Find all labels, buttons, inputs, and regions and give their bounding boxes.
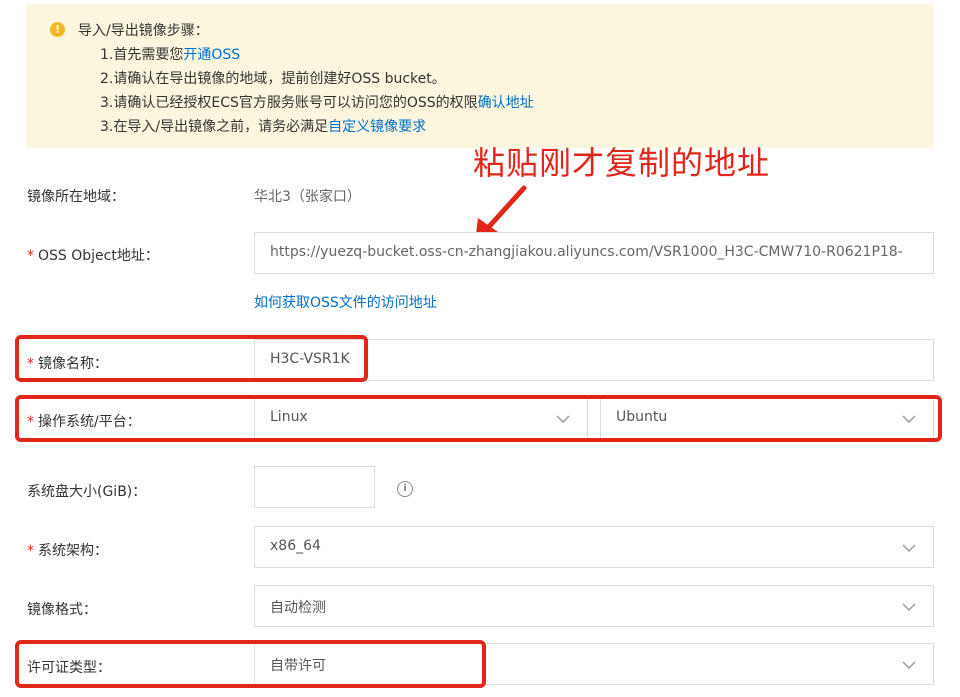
warning-icon: ! (50, 22, 65, 37)
chevron-down-icon (902, 661, 916, 669)
open-oss-link[interactable]: 开通OSS (183, 47, 240, 63)
custom-image-requirements-link[interactable]: 自定义镜像要求 (328, 119, 426, 135)
required-mark: * (27, 248, 34, 264)
confirm-address-link[interactable]: 确认地址 (478, 95, 534, 111)
oss-address-input[interactable]: https://yuezq-bucket.oss-cn-zhangjiakou.… (254, 232, 934, 274)
notice-box: ! 导入/导出镜像步骤： 1.首先需要您开通OSS 2.请确认在导出镜像的地域，… (26, 4, 934, 148)
region-value: 华北3（张家口） (254, 189, 361, 205)
arch-select[interactable]: x86_64 (254, 526, 934, 568)
disk-size-input[interactable] (254, 466, 375, 508)
oss-label: * OSS Object地址： (27, 248, 159, 264)
region-label: 镜像所在地域： (27, 189, 125, 205)
chevron-down-icon (902, 544, 916, 552)
format-select[interactable]: 自动检测 (254, 585, 934, 627)
notice-line-1: 1.首先需要您开通OSS (100, 47, 241, 63)
info-icon[interactable]: i (397, 481, 413, 497)
disk-size-label: 系统盘大小(GiB)： (27, 484, 147, 500)
required-mark: * (27, 543, 34, 559)
highlight-box-os-platform (15, 395, 942, 442)
annotation-text: 粘贴刚才复制的地址 (473, 144, 771, 182)
chevron-down-icon (902, 603, 916, 611)
highlight-box-image-name (15, 335, 368, 382)
oss-help-link[interactable]: 如何获取OSS文件的访问地址 (254, 292, 437, 312)
notice-line-4: 3.在导入/导出镜像之前，请务必满足自定义镜像要求 (100, 119, 427, 135)
format-label: 镜像格式： (27, 602, 97, 618)
notice-title: 导入/导出镜像步骤： (78, 23, 209, 39)
notice-line-3: 3.请确认已经授权ECS官方服务账号可以访问您的OSS的权限确认地址 (100, 95, 534, 111)
notice-line-2: 2.请确认在导出镜像的地域，提前创建好OSS bucket。 (100, 71, 446, 87)
arch-label: * 系统架构： (27, 543, 108, 559)
highlight-box-license (15, 640, 486, 688)
